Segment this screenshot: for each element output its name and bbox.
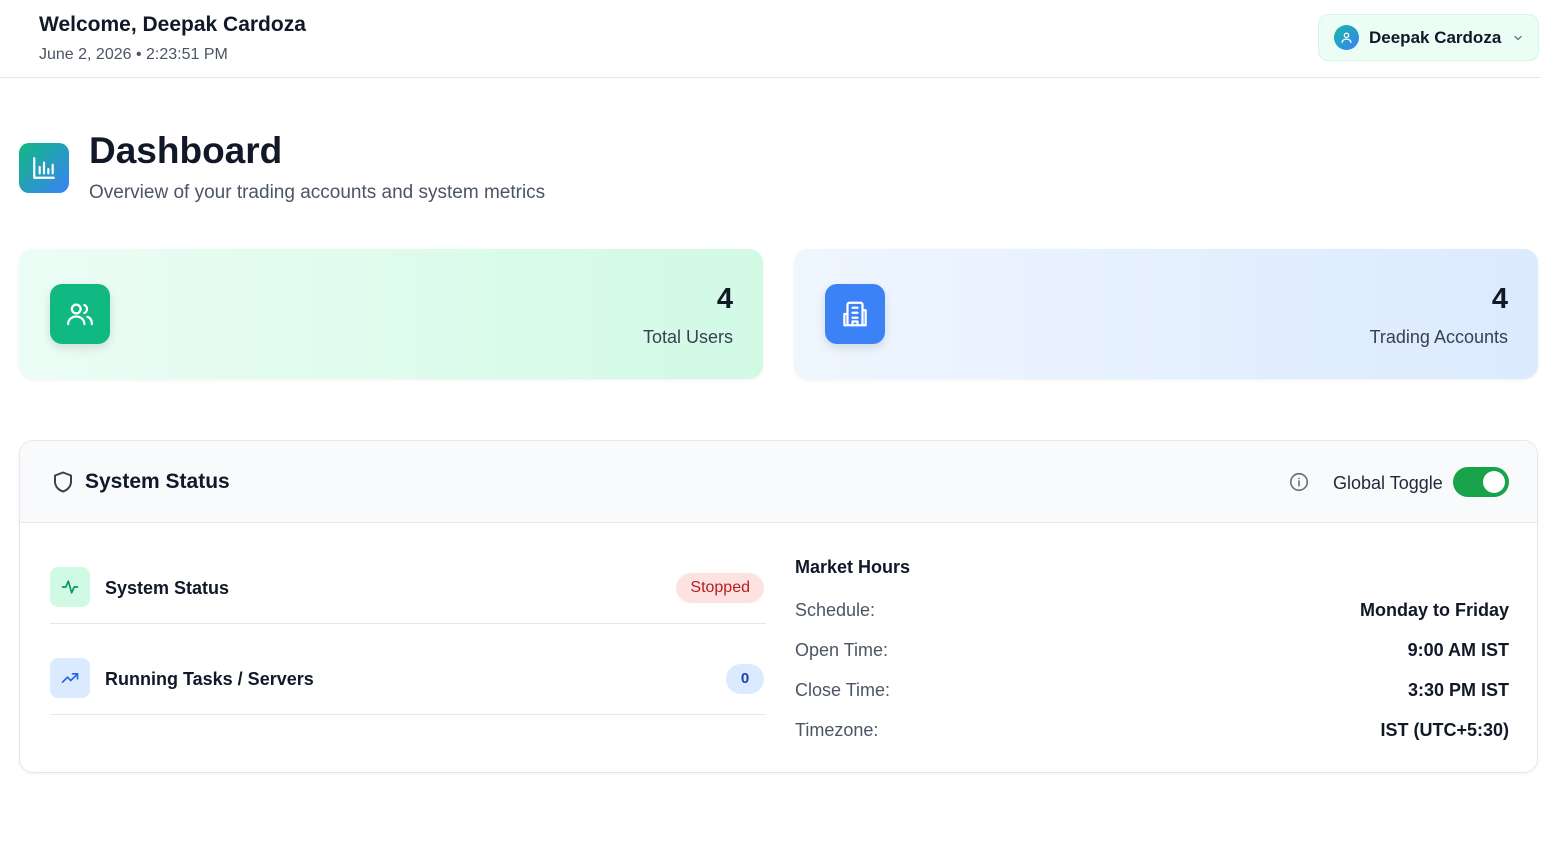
- market-value: IST (UTC+5:30): [1380, 720, 1509, 740]
- top-bar: Welcome, Deepak Cardoza June 2, 2026 • 2…: [0, 0, 1541, 78]
- market-key: Close Time:: [795, 680, 891, 700]
- market-key: Timezone:: [795, 720, 879, 740]
- market-row-schedule: Schedule: Monday to Friday: [795, 600, 1509, 624]
- trading-accounts-label: Trading Accounts: [1369, 327, 1508, 347]
- system-status-row: System Status Stopped: [50, 533, 766, 624]
- total-users-card: 4 Total Users: [19, 249, 763, 379]
- activity-icon: [50, 567, 90, 607]
- system-status-label: System Status: [105, 578, 230, 598]
- global-toggle-switch[interactable]: [1453, 467, 1509, 497]
- users-icon: [50, 284, 110, 344]
- market-row-timezone: Timezone: IST (UTC+5:30): [795, 720, 1509, 744]
- running-tasks-label: Running Tasks / Servers: [105, 669, 314, 689]
- system-status-panel: System Status Global Toggle System Statu…: [19, 440, 1538, 773]
- trending-up-icon: [50, 658, 90, 698]
- trading-accounts-value: 4: [1491, 283, 1508, 315]
- current-datetime: June 2, 2026 • 2:23:51 PM: [39, 46, 228, 63]
- user-name: Deepak Cardoza: [1369, 27, 1502, 47]
- running-tasks-count-badge: 0: [726, 664, 764, 694]
- global-toggle-label: Global Toggle: [1333, 473, 1443, 493]
- market-value: 3:30 PM IST: [1407, 680, 1509, 700]
- bar-chart-icon: [19, 143, 69, 193]
- welcome-text: Welcome, Deepak Cardoza: [39, 13, 306, 36]
- panel-header: System Status Global Toggle: [20, 441, 1537, 523]
- toggle-knob: [1483, 471, 1505, 493]
- market-value: 9:00 AM IST: [1407, 640, 1509, 660]
- panel-title: System Status: [85, 470, 230, 493]
- total-users-value: 4: [716, 283, 733, 315]
- info-icon[interactable]: [1288, 471, 1310, 498]
- market-value: Monday to Friday: [1359, 600, 1509, 620]
- market-key: Open Time:: [795, 640, 889, 660]
- chevron-down-icon: [1512, 32, 1524, 44]
- total-users-label: Total Users: [642, 327, 733, 347]
- status-badge: Stopped: [676, 573, 764, 603]
- trading-accounts-card: 4 Trading Accounts: [794, 249, 1538, 379]
- user-menu-button[interactable]: Deepak Cardoza: [1318, 14, 1539, 61]
- market-row-close-time: Close Time: 3:30 PM IST: [795, 680, 1509, 704]
- market-row-open-time: Open Time: 9:00 AM IST: [795, 640, 1509, 664]
- page-title: Dashboard: [89, 130, 283, 171]
- market-hours-title: Market Hours: [795, 557, 911, 577]
- building-icon: [825, 284, 885, 344]
- shield-icon: [51, 470, 75, 499]
- market-key: Schedule:: [795, 600, 876, 620]
- page-subtitle: Overview of your trading accounts and sy…: [89, 182, 546, 203]
- running-tasks-row: Running Tasks / Servers 0: [50, 624, 766, 715]
- user-avatar-icon: [1334, 25, 1359, 50]
